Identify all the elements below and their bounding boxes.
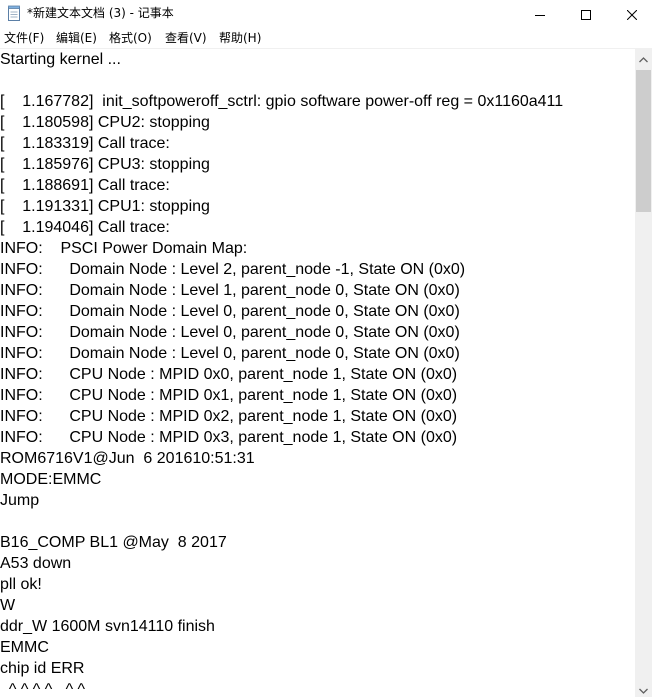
text-line: INFO: Domain Node : Level 0, parent_node… xyxy=(0,345,460,362)
text-line: MODE:EMMC xyxy=(0,471,102,488)
text-line: B16_COMP BL1 @May 8 2017 xyxy=(0,534,227,551)
scroll-up-arrow-icon xyxy=(639,48,648,67)
scroll-down-arrow-icon xyxy=(639,679,648,697)
text-line: [ 1.188691] Call trace: xyxy=(0,177,170,194)
close-icon xyxy=(626,5,638,24)
window-border xyxy=(652,0,656,697)
minimize-button[interactable] xyxy=(517,0,563,28)
text-line: [ 1.185976] CPU3: stopping xyxy=(0,156,210,173)
maximize-icon xyxy=(581,5,591,24)
text-line: INFO: CPU Node : MPID 0x0, parent_node 1… xyxy=(0,366,458,383)
text-line: ddr_W 1600M svn14110 finish xyxy=(0,618,215,635)
close-button[interactable] xyxy=(609,0,655,28)
text-line: [ 1.183319] Call trace: xyxy=(0,135,170,152)
text-line: INFO: CPU Node : MPID 0x2, parent_node 1… xyxy=(0,408,458,425)
text-line: ^ ^ ^ ^ ^ ^ xyxy=(0,681,86,697)
vertical-scrollbar[interactable] xyxy=(635,49,652,697)
text-line: EMMC xyxy=(0,639,49,656)
text-line: ROM6716V1@Jun 6 201610:51:31 xyxy=(0,450,255,467)
text-line: INFO: CPU Node : MPID 0x1, parent_node 1… xyxy=(0,387,458,404)
scroll-down-button[interactable] xyxy=(635,680,652,697)
text-line: A53 down xyxy=(0,555,72,572)
menu-view[interactable]: 查看(V) xyxy=(165,28,207,48)
text-line: Jump xyxy=(0,492,40,509)
text-line: chip id ERR xyxy=(0,660,85,677)
text-line: [ 1.194046] Call trace: xyxy=(0,219,170,236)
text-line: pll ok! xyxy=(0,576,42,593)
menu-help[interactable]: 帮助(H) xyxy=(219,28,261,48)
text-line: INFO: PSCI Power Domain Map: xyxy=(0,240,248,257)
menu-edit[interactable]: 编辑(E) xyxy=(56,28,97,48)
text-line: INFO: Domain Node : Level 0, parent_node… xyxy=(0,324,460,341)
minimize-icon xyxy=(535,5,545,24)
title-bar[interactable]: *新建文本文档 (3) - 记事本 xyxy=(0,0,656,28)
text-line: [ 1.167782] init_softpoweroff_sctrl: gpi… xyxy=(0,93,564,110)
menu-format[interactable]: 格式(O) xyxy=(109,28,152,48)
notepad-window: *新建文本文档 (3) - 记事本 文件(F) 编辑(E) 格式(O) 查看(V… xyxy=(0,0,656,697)
text-line: INFO: Domain Node : Level 1, parent_node… xyxy=(0,282,460,299)
notepad-icon[interactable] xyxy=(7,5,21,21)
text-editor[interactable]: Starting kernel ... [ 1.167782] init_sof… xyxy=(0,49,635,697)
text-line: INFO: Domain Node : Level 2, parent_node… xyxy=(0,261,466,278)
maximize-button[interactable] xyxy=(563,0,609,28)
text-line xyxy=(0,70,563,91)
text-line: [ 1.191331] CPU1: stopping xyxy=(0,198,210,215)
window-title: *新建文本文档 (3) - 记事本 xyxy=(27,6,174,20)
scroll-up-button[interactable] xyxy=(635,49,652,66)
text-line: W xyxy=(0,597,16,614)
scrollbar-thumb[interactable] xyxy=(636,70,651,212)
text-line: Starting kernel ... xyxy=(0,51,121,68)
text-line: [ 1.180598] CPU2: stopping xyxy=(0,114,210,131)
text-line: INFO: Domain Node : Level 0, parent_node… xyxy=(0,303,460,320)
menu-file[interactable]: 文件(F) xyxy=(4,28,44,48)
text-lines: Starting kernel ... [ 1.167782] init_sof… xyxy=(0,49,563,697)
menu-bar: 文件(F) 编辑(E) 格式(O) 查看(V) 帮助(H) xyxy=(0,28,656,48)
text-line xyxy=(0,511,563,532)
text-line: INFO: CPU Node : MPID 0x3, parent_node 1… xyxy=(0,429,458,446)
